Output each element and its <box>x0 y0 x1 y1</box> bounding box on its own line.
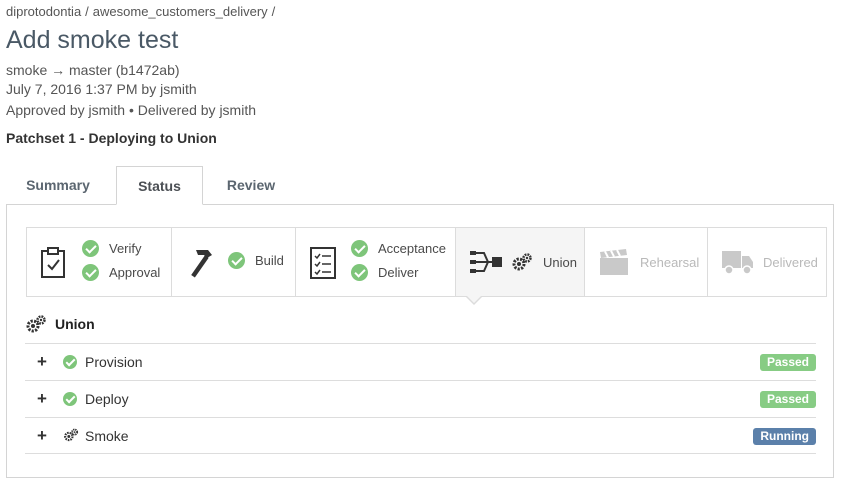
active-stage-pointer <box>465 295 483 305</box>
job-status-icon <box>63 428 79 447</box>
expand-icon[interactable]: + <box>37 353 47 370</box>
stage-item-label: Verify <box>109 241 142 256</box>
approval-info: Approved by jsmith • Delivered by jsmith <box>6 102 256 118</box>
gears-icon <box>512 253 532 271</box>
truck-icon <box>722 251 753 275</box>
gears-icon <box>26 315 46 333</box>
stage-item-label: Deliver <box>378 265 419 280</box>
job-row: + Provision Passed <box>25 343 816 380</box>
stage-item-label: Union <box>543 254 577 270</box>
breadcrumb: diprotodontia / awesome_customers_delivery… <box>6 4 279 19</box>
stage-item-label: Build <box>255 253 284 268</box>
job-name: Provision <box>85 354 143 370</box>
stage-item-label: Acceptance <box>378 241 446 256</box>
expand-icon[interactable]: + <box>37 427 47 444</box>
check-icon <box>82 264 99 281</box>
status-badge: Passed <box>759 391 816 408</box>
tab-review[interactable]: Review <box>211 166 291 205</box>
stage-delivered[interactable]: Delivered <box>708 228 826 296</box>
stage-item-approval: Approval <box>82 264 160 281</box>
stage-item-label: Approval <box>109 265 161 280</box>
job-status-icon <box>63 392 77 411</box>
stage-label: Delivered <box>763 255 818 270</box>
stage-item-union: Union <box>511 253 577 271</box>
stage-detail-title: Union <box>55 316 95 332</box>
hammer-icon <box>191 250 212 278</box>
check-icon <box>63 355 77 369</box>
job-name: Smoke <box>85 428 129 444</box>
check-icon <box>351 240 368 257</box>
status-badge: Passed <box>759 354 816 371</box>
stage-detail-heading: Union <box>25 315 95 333</box>
stage-item-deliver: Deliver <box>351 264 418 281</box>
checklist-icon <box>310 247 336 279</box>
job-status-icon <box>63 355 77 374</box>
stage-rehearsal[interactable]: Rehearsal <box>585 228 708 296</box>
tab-summary[interactable]: Summary <box>6 166 110 205</box>
branch-info: smoke → master (b1472ab) <box>6 62 180 78</box>
stage-verify[interactable]: Verify Approval <box>27 228 172 296</box>
patchset-heading: Patchset 1 - Deploying to Union <box>6 130 217 146</box>
check-icon <box>63 392 77 406</box>
fan-in-icon <box>470 251 502 273</box>
status-panel: Verify Approval Build Acceptance Deliver… <box>6 204 834 478</box>
breadcrumb-org-link[interactable]: diprotodontia <box>6 4 81 19</box>
submitted-info: July 7, 2016 1:37 PM by jsmith <box>6 81 197 97</box>
status-badge: Running <box>753 428 816 445</box>
gears-icon <box>64 428 79 442</box>
stage-acceptance[interactable]: Acceptance Deliver <box>296 228 456 296</box>
tab-status[interactable]: Status <box>116 166 203 205</box>
check-icon <box>82 240 99 257</box>
breadcrumb-project-link[interactable]: awesome_customers_delivery <box>93 4 268 19</box>
check-icon <box>228 252 245 269</box>
pipeline: Verify Approval Build Acceptance Deliver… <box>26 227 827 297</box>
clapperboard-icon <box>600 249 628 275</box>
job-row: + Smoke Running <box>25 417 816 454</box>
job-list: + Provision Passed + Deploy Passed + Smo… <box>25 343 816 454</box>
job-name: Deploy <box>85 391 129 407</box>
stage-item-acceptance: Acceptance <box>351 240 446 257</box>
check-icon <box>351 264 368 281</box>
expand-icon[interactable]: + <box>37 390 47 407</box>
stage-item-build: Build <box>228 252 284 269</box>
stage-label: Rehearsal <box>640 255 700 270</box>
stage-item-verify: Verify <box>82 240 142 257</box>
page-title: Add smoke test <box>6 26 179 54</box>
job-row: + Deploy Passed <box>25 380 816 417</box>
stage-build[interactable]: Build <box>172 228 296 296</box>
stage-union[interactable]: Union <box>456 228 585 296</box>
clipboard-check-icon <box>41 247 65 278</box>
breadcrumb-separator: / <box>271 4 276 19</box>
breadcrumb-separator: / <box>85 4 89 19</box>
